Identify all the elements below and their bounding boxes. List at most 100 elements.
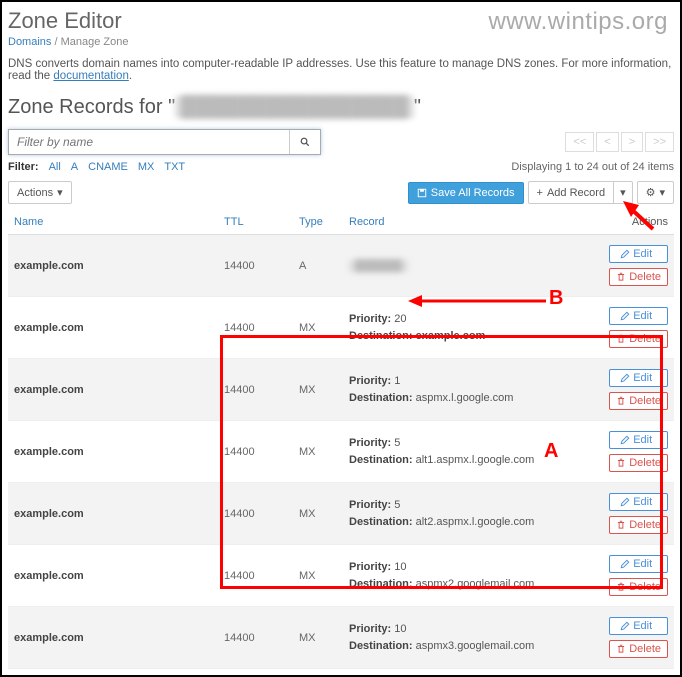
add-record-button[interactable]: + Add Record [528,181,614,204]
cell-record: Priority: 10Destination: aspmx2.googlema… [343,545,603,607]
cell-ttl: 14400 [218,607,293,669]
table-row: example.com14400MXPriority: 5Destination… [8,421,674,483]
edit-button[interactable]: Edit [609,617,668,635]
cell-name: example.com [8,359,218,421]
edit-button[interactable]: Edit [609,493,668,511]
pencil-icon [620,249,630,259]
search-input[interactable] [9,130,289,154]
displaying-text: Displaying 1 to 24 out of 24 items [511,161,674,173]
table-row: example.com14400MXPriority: 1Destination… [8,359,674,421]
cell-name: example.com [8,235,218,297]
trash-icon [616,582,626,592]
add-record-dropdown[interactable]: ▾ [613,181,633,204]
chevron-down-icon: ▾ [659,186,665,199]
table-row: example.com14400MXPriority: 20Destinatio… [8,297,674,359]
cell-actions: Edit Delete [603,359,674,421]
trash-icon [616,272,626,282]
filter-txt[interactable]: TXT [164,161,185,173]
pager-last[interactable]: >> [645,132,674,152]
trash-icon [616,644,626,654]
edit-button[interactable]: Edit [609,431,668,449]
pager-next[interactable]: > [621,132,643,152]
cell-name: example.com [8,607,218,669]
cell-actions: Edit Delete [603,607,674,669]
delete-button[interactable]: Delete [609,268,668,286]
delete-button[interactable]: Delete [609,392,668,410]
cell-name: example.com [8,545,218,607]
table-row: example.com14400A██████ Edit Delete [8,235,674,297]
records-table: Name TTL Type Record Actions example.com… [8,210,674,669]
trash-icon [616,458,626,468]
cell-ttl: 14400 [218,235,293,297]
cell-type: MX [293,607,343,669]
actions-dropdown[interactable]: Actions ▾ [8,181,72,204]
cell-name: example.com [8,297,218,359]
filter-bar: Filter: All A CNAME MX TXT [8,161,185,173]
col-record[interactable]: Record [343,210,603,235]
edit-button[interactable]: Edit [609,307,668,325]
filter-cname[interactable]: CNAME [88,161,128,173]
trash-icon [616,520,626,530]
col-actions: Actions [603,210,674,235]
edit-button[interactable]: Edit [609,555,668,573]
chevron-down-icon: ▾ [57,186,63,199]
delete-button[interactable]: Delete [609,516,668,534]
save-all-button[interactable]: Save All Records [408,182,524,204]
plus-icon: + [537,187,543,199]
table-row: example.com14400MXPriority: 5Destination… [8,483,674,545]
col-name[interactable]: Name [8,210,218,235]
cell-actions: Edit Delete [603,483,674,545]
col-type[interactable]: Type [293,210,343,235]
cell-actions: Edit Delete [603,235,674,297]
breadcrumb-current: Manage Zone [61,36,129,48]
cell-ttl: 14400 [218,483,293,545]
gear-icon: ⚙ [646,186,656,199]
cell-record: Priority: 5Destination: alt2.aspmx.l.goo… [343,483,603,545]
trash-icon [616,334,626,344]
chevron-down-icon: ▾ [620,186,626,199]
search-icon [300,137,310,147]
cell-type: MX [293,297,343,359]
pencil-icon [620,559,630,569]
pencil-icon [620,435,630,445]
cell-ttl: 14400 [218,297,293,359]
table-row: example.com14400MXPriority: 10Destinatio… [8,607,674,669]
delete-button[interactable]: Delete [609,640,668,658]
settings-button[interactable]: ⚙ ▾ [637,181,674,204]
cell-actions: Edit Delete [603,545,674,607]
search-box [8,129,321,155]
breadcrumb-root[interactable]: Domains [8,36,51,48]
filter-a[interactable]: A [71,161,78,173]
edit-button[interactable]: Edit [609,245,668,263]
delete-button[interactable]: Delete [609,578,668,596]
cell-type: MX [293,359,343,421]
delete-button[interactable]: Delete [609,330,668,348]
breadcrumb: Domains / Manage Zone [8,36,674,48]
cell-record: Priority: 5Destination: alt1.aspmx.l.goo… [343,421,603,483]
cell-type: MX [293,483,343,545]
documentation-link[interactable]: documentation [53,70,128,82]
search-button[interactable] [289,130,320,154]
filter-all[interactable]: All [49,161,61,173]
trash-icon [616,396,626,406]
cell-type: MX [293,421,343,483]
col-ttl[interactable]: TTL [218,210,293,235]
cell-record: Priority: 1Destination: aspmx.l.google.c… [343,359,603,421]
cell-record: Priority: 20Destination: example.com [343,297,603,359]
save-icon [417,188,427,198]
cell-type: MX [293,545,343,607]
filter-mx[interactable]: MX [138,161,155,173]
cell-name: example.com [8,483,218,545]
delete-button[interactable]: Delete [609,454,668,472]
pencil-icon [620,497,630,507]
pager-first[interactable]: << [565,132,594,152]
cell-actions: Edit Delete [603,421,674,483]
pencil-icon [620,311,630,321]
cell-record: ██████ [343,235,603,297]
pager-prev[interactable]: < [596,132,618,152]
cell-name: example.com [8,421,218,483]
filter-label: Filter: [8,161,39,173]
section-title: Zone Records for "████████████████" [8,96,674,119]
edit-button[interactable]: Edit [609,369,668,387]
cell-type: A [293,235,343,297]
